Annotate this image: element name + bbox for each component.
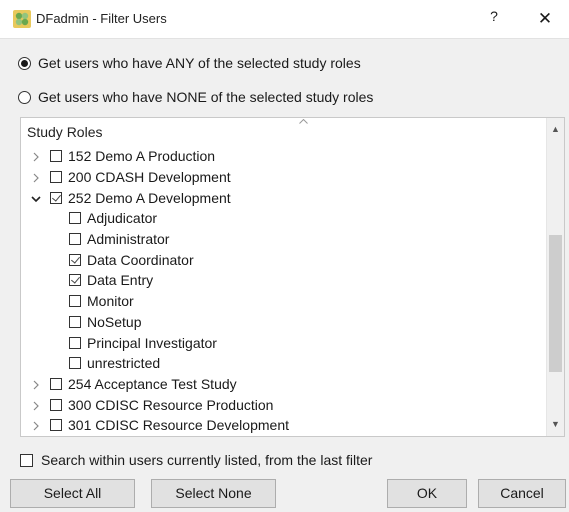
node-checkbox[interactable]: [50, 419, 62, 432]
role-node[interactable]: Administrator: [21, 229, 541, 250]
search-within-option[interactable]: Search within users currently listed, fr…: [20, 452, 372, 468]
chevron-right-icon[interactable]: [30, 171, 42, 183]
cancel-button[interactable]: Cancel: [478, 479, 566, 508]
node-label: 301 CDISC Resource Development: [68, 417, 289, 434]
study-node[interactable]: 152 Demo A Production: [21, 146, 541, 167]
study-node[interactable]: 254 Acceptance Test Study: [21, 374, 541, 395]
chevron-right-icon[interactable]: [30, 399, 42, 411]
node-checkbox[interactable]: [50, 150, 62, 163]
node-checkbox[interactable]: [50, 191, 62, 204]
role-node[interactable]: Adjudicator: [21, 208, 541, 229]
node-label: NoSetup: [87, 313, 142, 330]
study-node[interactable]: 300 CDISC Resource Production: [21, 394, 541, 415]
role-node[interactable]: Data Coordinator: [21, 249, 541, 270]
node-label: Monitor: [87, 293, 134, 310]
ok-button[interactable]: OK: [387, 479, 467, 508]
node-checkbox[interactable]: [69, 274, 81, 287]
search-within-label: Search within users currently listed, fr…: [41, 452, 373, 468]
node-label: Principal Investigator: [87, 334, 217, 351]
close-button[interactable]: ✕: [532, 6, 558, 32]
node-label: 300 CDISC Resource Production: [68, 396, 274, 413]
study-node[interactable]: 200 CDASH Development: [21, 167, 541, 188]
radio-any-indicator[interactable]: [18, 56, 31, 70]
study-node[interactable]: 252 Demo A Development: [21, 187, 541, 208]
node-checkbox[interactable]: [69, 357, 81, 370]
chevron-right-icon[interactable]: [30, 150, 42, 162]
radio-none[interactable]: Get users who have NONE of the selected …: [18, 89, 373, 105]
node-label: 254 Acceptance Test Study: [68, 375, 237, 392]
radio-any-label: Get users who have ANY of the selected s…: [38, 55, 361, 71]
title-bar: DFadmin - Filter Users ? ✕: [0, 0, 569, 39]
app-icon: [13, 10, 31, 28]
window-title: DFadmin - Filter Users: [36, 11, 167, 26]
node-checkbox[interactable]: [69, 295, 81, 308]
study-node[interactable]: 301 CDISC Resource Development: [21, 415, 541, 436]
node-label: 200 CDASH Development: [68, 169, 231, 186]
vertical-scrollbar[interactable]: ▲ ▼: [546, 118, 564, 436]
node-label: unrestricted: [87, 355, 161, 372]
role-node[interactable]: Data Entry: [21, 270, 541, 291]
scroll-thumb[interactable]: [549, 235, 562, 372]
node-label: Data Entry: [87, 272, 154, 289]
study-roles-tree[interactable]: Study Roles 152 Demo A Production 200 CDA…: [20, 117, 565, 437]
chevron-right-icon[interactable]: [30, 419, 42, 431]
select-none-button[interactable]: Select None: [151, 479, 276, 508]
help-button[interactable]: ?: [484, 8, 504, 30]
node-label: Administrator: [87, 231, 170, 248]
node-label: Data Coordinator: [87, 251, 194, 268]
role-node[interactable]: NoSetup: [21, 312, 541, 333]
node-checkbox[interactable]: [69, 212, 81, 225]
radio-any[interactable]: Get users who have ANY of the selected s…: [18, 55, 361, 71]
node-checkbox[interactable]: [50, 377, 62, 390]
node-checkbox[interactable]: [69, 315, 81, 328]
radio-none-label: Get users who have NONE of the selected …: [38, 89, 374, 105]
select-all-button[interactable]: Select All: [10, 479, 135, 508]
scroll-up-icon[interactable]: ▲: [547, 121, 564, 138]
node-label: 252 Demo A Development: [68, 189, 231, 206]
node-label: Adjudicator: [87, 210, 158, 227]
role-node[interactable]: Principal Investigator: [21, 332, 541, 353]
node-checkbox[interactable]: [69, 253, 81, 266]
radio-none-indicator[interactable]: [18, 90, 31, 104]
node-checkbox[interactable]: [50, 398, 62, 411]
role-node[interactable]: Monitor: [21, 291, 541, 312]
tree-header[interactable]: Study Roles: [27, 124, 102, 140]
node-checkbox[interactable]: [50, 171, 62, 184]
scroll-down-icon[interactable]: ▼: [547, 416, 564, 433]
search-within-checkbox[interactable]: [20, 453, 33, 467]
tree-list: 152 Demo A Production 200 CDASH Developme…: [21, 146, 541, 436]
chevron-right-icon[interactable]: [30, 378, 42, 390]
node-checkbox[interactable]: [69, 233, 81, 246]
node-label: 152 Demo A Production: [68, 148, 216, 165]
sort-indicator-icon: [299, 119, 308, 124]
role-node[interactable]: unrestricted: [21, 353, 541, 374]
chevron-down-icon[interactable]: [30, 192, 42, 204]
node-checkbox[interactable]: [69, 336, 81, 349]
